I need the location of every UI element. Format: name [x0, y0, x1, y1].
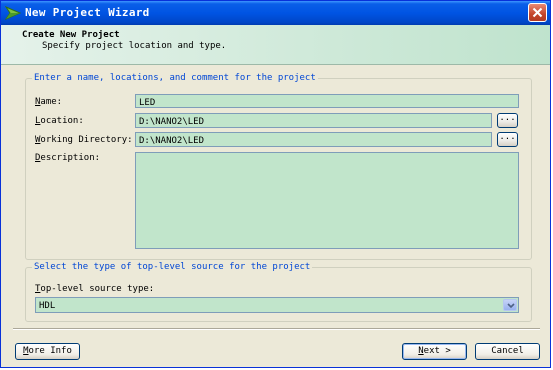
working-directory-label: Working Directory: — [35, 135, 133, 145]
dropdown-arrow-button[interactable] — [503, 299, 517, 311]
source-type-legend: Select the type of top-level source for … — [32, 262, 313, 272]
top-level-source-type-select[interactable]: HDL — [35, 297, 519, 313]
wizard-header-subtitle: Specify project location and type. — [42, 41, 227, 51]
new-project-wizard-window: New Project Wizard Create New Project Sp… — [0, 0, 551, 368]
location-browse-button[interactable]: ... — [497, 113, 518, 128]
title-bar[interactable]: New Project Wizard — [1, 1, 550, 25]
name-field[interactable]: LED — [135, 94, 519, 108]
name-label: Name: — [35, 97, 63, 107]
description-textarea[interactable] — [135, 152, 519, 249]
wizard-header: Create New Project Specify project locat… — [1, 25, 550, 65]
cancel-button[interactable]: Cancel — [475, 343, 540, 360]
location-label: Location: — [35, 116, 84, 126]
window-title: New Project Wizard — [25, 6, 150, 19]
chevron-down-icon — [507, 303, 515, 309]
working-directory-browse-button[interactable]: ... — [497, 132, 518, 147]
location-field[interactable]: D:\NANO2\LED — [135, 113, 492, 128]
top-level-source-type-label: Top-level source type: — [35, 284, 155, 294]
close-button[interactable] — [528, 3, 547, 22]
next-button[interactable]: Next > — [402, 343, 467, 360]
more-info-button[interactable]: More Info — [15, 343, 80, 360]
app-logo-icon — [5, 6, 21, 20]
project-details-legend: Enter a name, locations, and comment for… — [32, 73, 318, 83]
close-icon — [532, 7, 543, 18]
working-directory-field[interactable]: D:\NANO2\LED — [135, 132, 492, 147]
description-label: Description: — [35, 153, 101, 163]
source-type-group — [25, 267, 532, 322]
wizard-header-title: Create New Project — [22, 30, 120, 40]
top-level-source-type-value: HDL — [39, 301, 56, 311]
button-separator — [13, 328, 540, 330]
